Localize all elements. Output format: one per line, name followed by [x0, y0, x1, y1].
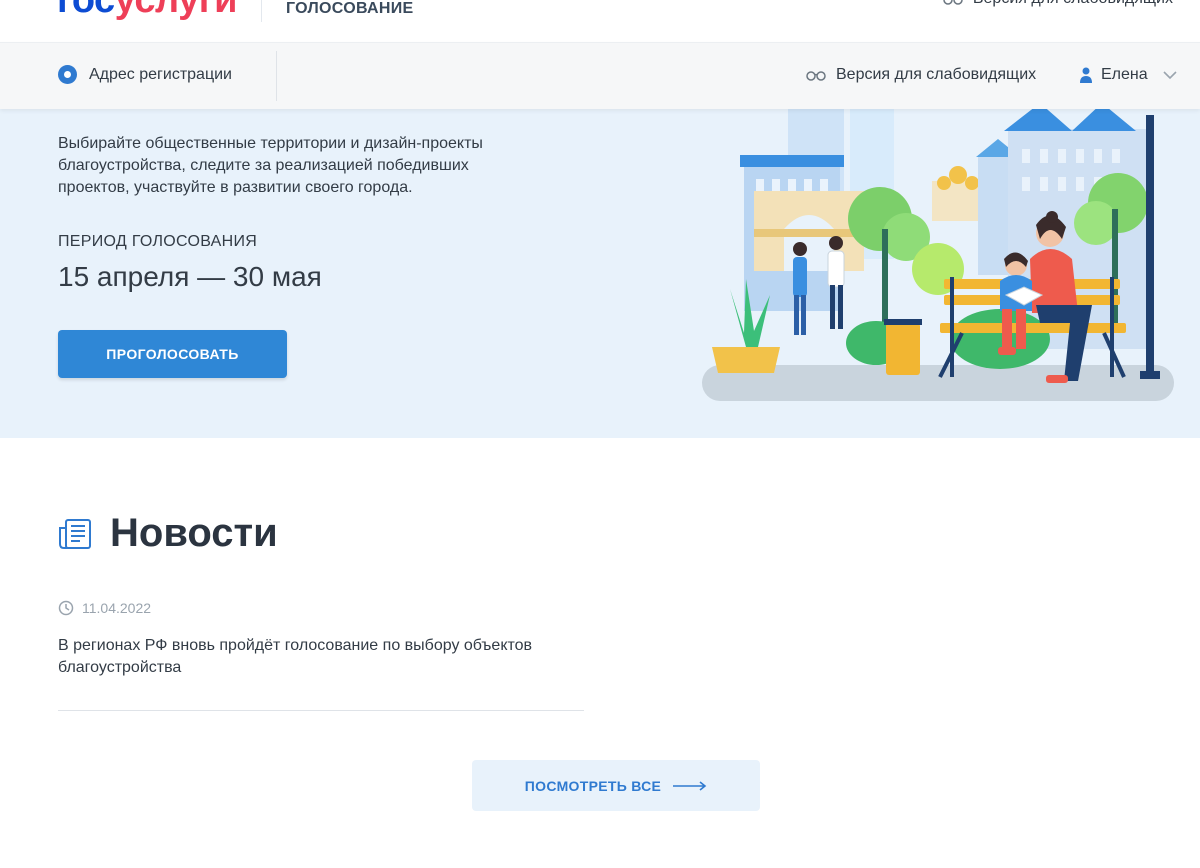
top-vision-link[interactable]: Версия для слабовидящих	[943, 0, 1173, 8]
glasses-icon	[806, 71, 826, 81]
logo-part-uslugi: услуги	[114, 0, 238, 21]
user-menu[interactable]: Елена	[1080, 66, 1177, 84]
logo-part-gos: гос	[57, 0, 115, 21]
park-illustration	[702, 109, 1174, 401]
news-header: Новости	[58, 511, 278, 556]
subheader-divider	[276, 51, 277, 101]
newspaper-icon	[59, 518, 91, 549]
top-vision-label: Версия для слабовидящих	[973, 0, 1173, 8]
news-item-link[interactable]: В регионах РФ вновь пройдёт голосование …	[58, 635, 578, 679]
clock-icon	[58, 600, 74, 616]
glasses-icon	[943, 0, 963, 5]
news-title: Новости	[110, 511, 278, 555]
chevron-down-icon	[1163, 70, 1177, 79]
vision-label: Версия для слабовидящих	[836, 66, 1037, 83]
hero-description: Выбирайте общественные территории и диза…	[58, 135, 483, 196]
arrow-right-icon	[673, 780, 707, 791]
period-label: ПЕРИОД ГОЛОСОВАНИЯ	[58, 233, 258, 250]
address-selector[interactable]: Адрес регистрации	[58, 65, 232, 84]
view-all-button[interactable]: ПОСМОТРЕТЬ ВСЕ	[472, 760, 760, 811]
news-date: 11.04.2022	[58, 600, 151, 616]
period-value: 15 апреля — 30 мая	[58, 261, 322, 292]
service-title: ГОЛОСОВАНИЕ	[286, 0, 414, 17]
vision-link[interactable]: Версия для слабовидящих	[806, 66, 1036, 84]
top-header: госуслуги ГОЛОСОВАНИЕ Версия для слабови…	[0, 0, 1200, 42]
user-name: Елена	[1101, 66, 1148, 83]
gosuslugi-logo[interactable]: госуслуги	[57, 0, 237, 22]
hero-banner: Выбирайте общественные территории и диза…	[0, 109, 1200, 438]
address-label: Адрес регистрации	[89, 65, 232, 83]
view-all-label: ПОСМОТРЕТЬ ВСЕ	[524, 777, 662, 794]
vote-button[interactable]: ПРОГОЛОСОВАТЬ	[58, 330, 287, 378]
radio-dot-icon	[58, 65, 77, 84]
news-date-text: 11.04.2022	[82, 600, 152, 616]
news-divider	[58, 710, 584, 711]
user-icon	[1080, 67, 1092, 83]
sub-header: Адрес регистрации Версия для слабовидящи…	[0, 42, 1200, 109]
header-divider	[261, 0, 262, 22]
